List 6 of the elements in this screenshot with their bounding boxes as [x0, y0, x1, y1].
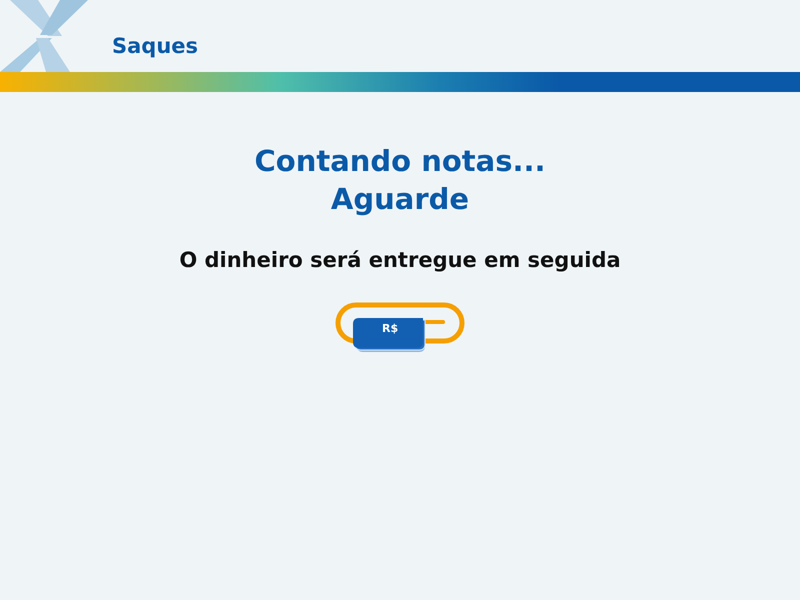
page-title: Saques	[112, 34, 198, 58]
x-logo-icon	[0, 0, 88, 72]
status-heading: Contando notas...	[254, 143, 546, 180]
currency-label: R$	[382, 322, 398, 335]
status-message: O dinheiro será entregue em seguida	[179, 248, 621, 272]
status-heading: Aguarde	[330, 181, 470, 218]
